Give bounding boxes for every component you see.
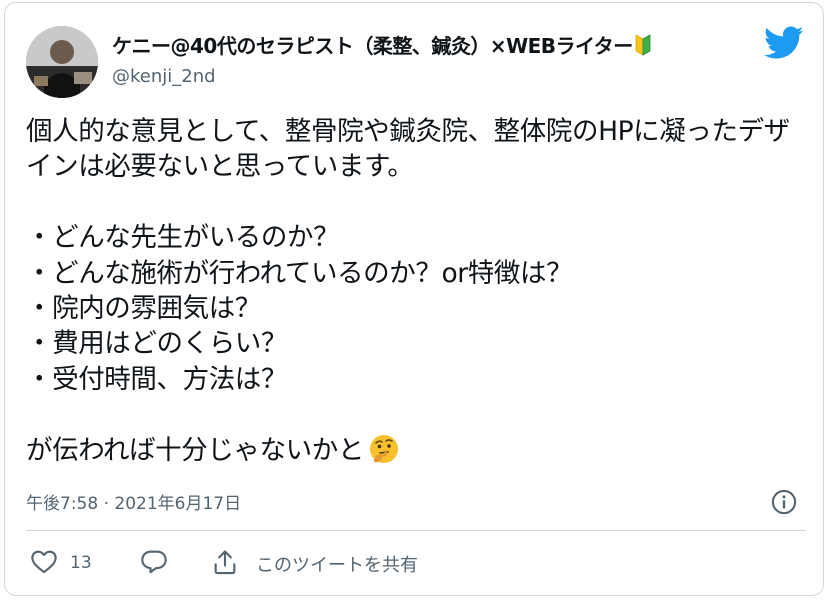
- author-name[interactable]: ケニー@40代のセラピスト（柔整、鍼灸）×WEBライター: [112, 30, 651, 61]
- divider: [26, 530, 806, 531]
- share-button[interactable]: このツイートを共有: [212, 548, 418, 580]
- author-handle[interactable]: @kenji_2nd: [112, 66, 216, 87]
- reply-icon: [140, 548, 168, 578]
- thinking-face-emoji: [368, 433, 400, 474]
- beginner-mark-icon: [635, 34, 651, 61]
- author-name-text[interactable]: ケニー@40代のセラピスト（柔整、鍼灸）×WEBライター: [112, 34, 633, 58]
- tweet-timestamp[interactable]: 午後7:58 · 2021年6月17日: [26, 489, 241, 514]
- share-label: このツイートを共有: [256, 555, 418, 576]
- like-count: 13: [70, 553, 92, 573]
- author-avatar[interactable]: [26, 26, 98, 98]
- twitter-bird-icon[interactable]: [764, 26, 804, 64]
- tweet-text: 個人的な意見として、整骨院や鍼灸院、整体院のHPに凝ったデザインは必要ないと思っ…: [26, 114, 806, 474]
- like-button[interactable]: 13: [30, 548, 92, 578]
- info-icon[interactable]: [770, 488, 798, 520]
- heart-icon: [30, 548, 58, 578]
- share-icon: [212, 548, 238, 580]
- reply-button[interactable]: [140, 548, 168, 578]
- tweet-body: 個人的な意見として、整骨院や鍼灸院、整体院のHPに凝ったデザインは必要ないと思っ…: [26, 116, 790, 466]
